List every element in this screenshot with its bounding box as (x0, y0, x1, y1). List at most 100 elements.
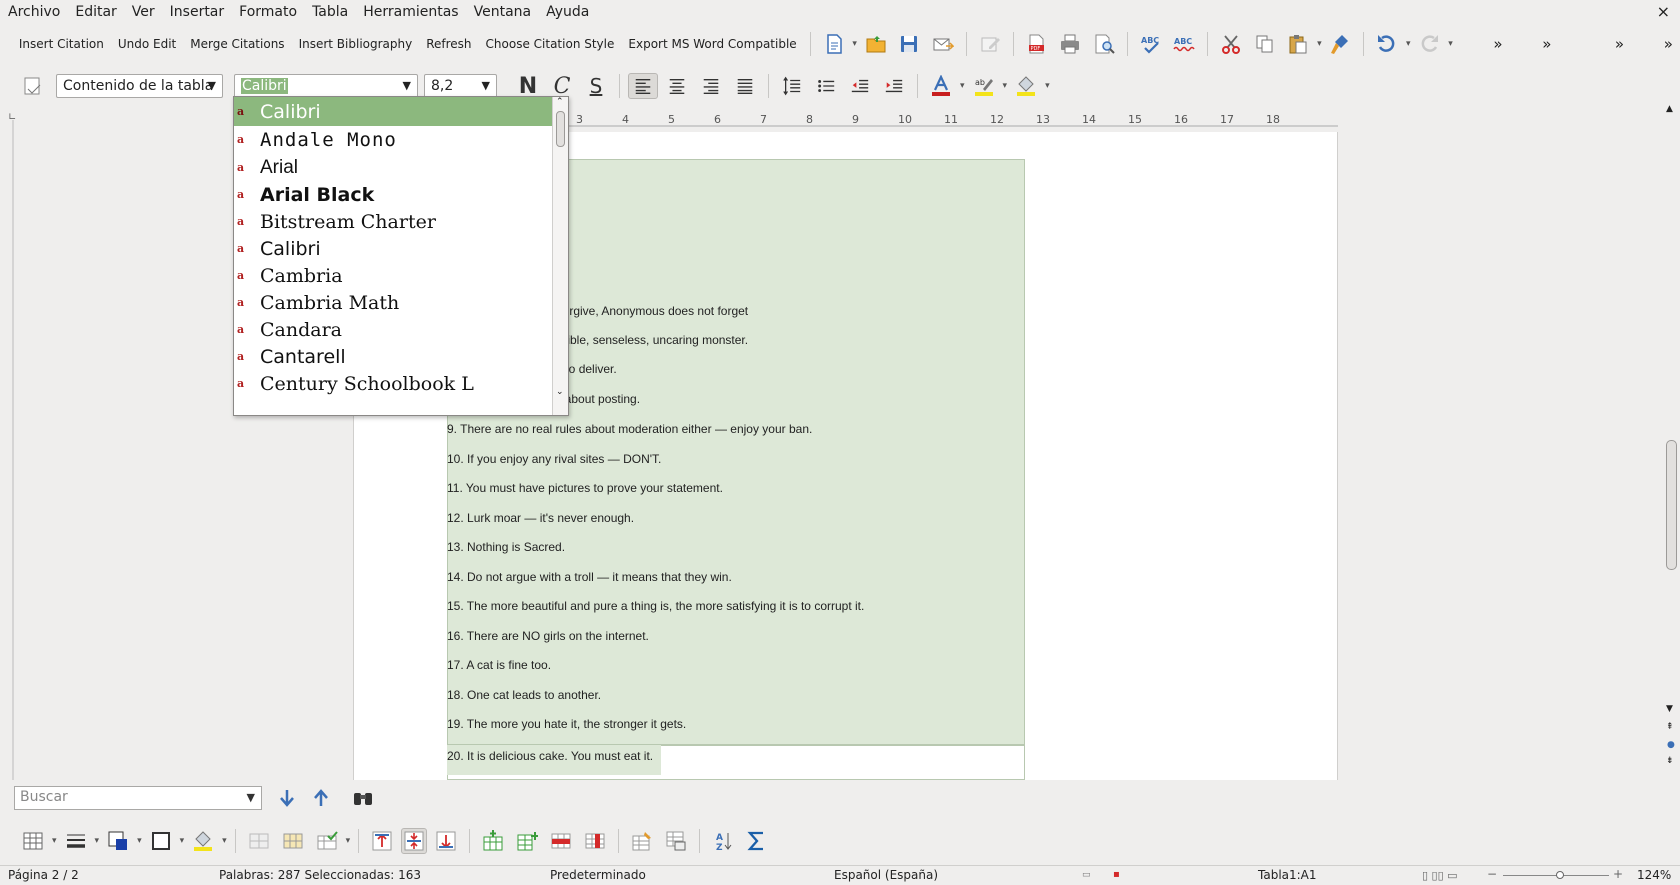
undo-dropdown-icon[interactable]: ▾ (1406, 39, 1411, 49)
border-color-icon[interactable] (105, 828, 131, 854)
align-left-button[interactable] (628, 73, 658, 99)
insert-table-dropdown-icon[interactable]: ▾ (52, 836, 57, 846)
background-color-button[interactable] (1011, 73, 1041, 99)
styles-window-icon[interactable] (20, 73, 46, 99)
print-icon[interactable] (1057, 31, 1083, 57)
font-list-item[interactable]: a Calibri (234, 97, 552, 126)
font-name-dropdown-list[interactable]: a Calibri a Andale Mono a Arial a Arial Black a B… (233, 96, 569, 416)
choose-citation-style-button[interactable]: Choose Citation Style (479, 31, 622, 57)
new-dropdown-icon[interactable]: ▾ (852, 39, 857, 49)
font-color-button[interactable] (926, 73, 956, 99)
merge-cells-icon[interactable] (246, 828, 272, 854)
bullet-list-button[interactable] (811, 73, 841, 99)
menu-tabla[interactable]: Tabla (312, 4, 348, 20)
spellcheck-icon[interactable]: ABC (1138, 31, 1164, 57)
print-preview-icon[interactable] (1091, 31, 1117, 57)
toolbar-overflow-2[interactable]: » (1535, 31, 1558, 57)
align-bottom-icon[interactable] (433, 828, 459, 854)
table-background-icon[interactable] (190, 828, 216, 854)
font-list-item[interactable]: a Bitstream Charter (234, 207, 552, 236)
table-row[interactable]: 15. The more beautiful and pure a thing … (447, 599, 864, 613)
menu-formato[interactable]: Formato (239, 4, 297, 20)
font-list-item[interactable]: a Cambria Math (234, 288, 552, 317)
justify-button[interactable] (730, 73, 760, 99)
table-autoformat-icon[interactable] (629, 828, 655, 854)
scroll-up-icon[interactable]: ▲ (1666, 104, 1673, 114)
navigator-icon[interactable]: ● (1667, 740, 1675, 750)
font-list-item[interactable]: a Andale Mono (234, 125, 552, 154)
underline-button[interactable]: S (581, 73, 611, 99)
align-center-button[interactable] (662, 73, 692, 99)
zoom-out-icon[interactable]: − (1487, 867, 1497, 881)
background-color-dropdown-icon[interactable]: ▾ (1045, 81, 1050, 91)
font-size-combo[interactable]: 8,2 ▼ (424, 74, 497, 98)
sum-icon[interactable] (744, 828, 770, 854)
scroll-down-icon[interactable]: ⌄ (556, 387, 564, 397)
scroll-up-icon[interactable]: ⌃ (556, 97, 564, 107)
toolbar-overflow-3[interactable]: » (1608, 31, 1631, 57)
new-document-icon[interactable] (821, 31, 847, 57)
view-layout-icons[interactable]: ▯ ▯▯ ▭ (1422, 869, 1458, 882)
sort-icon[interactable]: AZ (710, 828, 736, 854)
optimize-table-icon[interactable] (314, 828, 340, 854)
insert-citation-button[interactable]: Insert Citation (12, 31, 111, 57)
font-list-item[interactable]: a Calibri (234, 234, 552, 263)
borders-dropdown-icon[interactable]: ▾ (180, 836, 185, 846)
table-row-partial[interactable]: ot forgive, Anonymous does not forget (546, 304, 748, 318)
redo-icon[interactable] (1417, 31, 1443, 57)
line-spacing-button[interactable] (777, 73, 807, 99)
table-row[interactable]: 16. There are NO girls on the internet. (447, 629, 649, 643)
table-properties-icon[interactable] (663, 828, 689, 854)
line-style-icon[interactable] (63, 828, 89, 854)
merge-citations-button[interactable]: Merge Citations (183, 31, 291, 57)
font-size-input[interactable]: 8,2 (431, 78, 453, 94)
insert-rows-above-icon[interactable] (480, 828, 506, 854)
font-list-item[interactable]: a Arial Black (234, 180, 552, 209)
zoom-level[interactable]: 124% (1637, 868, 1671, 882)
page-style[interactable]: Predeterminado (550, 868, 646, 882)
open-folder-icon[interactable] (863, 31, 889, 57)
highlight-dropdown-icon[interactable]: ▾ (1003, 81, 1008, 91)
toolbar-overflow-1[interactable]: » (1486, 31, 1509, 57)
insert-table-icon[interactable] (20, 828, 46, 854)
scrollbar-thumb[interactable] (1666, 440, 1677, 570)
clone-formatting-icon[interactable] (1328, 31, 1354, 57)
table-row[interactable]: 18. One cat leads to another. (447, 688, 601, 702)
highlight-button[interactable]: ab (969, 73, 999, 99)
toolbar-overflow-4[interactable]: » (1657, 31, 1680, 57)
search-input[interactable]: Buscar ▼ (14, 786, 262, 810)
chevron-down-icon[interactable]: ▼ (403, 79, 411, 92)
paste-icon[interactable] (1285, 31, 1311, 57)
font-color-dropdown-icon[interactable]: ▾ (960, 81, 965, 91)
menu-ventana[interactable]: Ventana (474, 4, 532, 20)
border-color-dropdown-icon[interactable]: ▾ (137, 836, 142, 846)
vertical-ruler[interactable] (5, 120, 21, 780)
table-row[interactable]: 10. If you enjoy any rival sites — DON'T… (447, 452, 661, 466)
cut-icon[interactable] (1218, 31, 1244, 57)
font-list-item[interactable]: a Century Schoolbook L (234, 369, 552, 398)
chevron-down-icon[interactable]: ▼ (482, 79, 490, 92)
menu-ayuda[interactable]: Ayuda (546, 4, 589, 20)
insert-bibliography-button[interactable]: Insert Bibliography (292, 31, 420, 57)
find-replace-icon[interactable] (350, 785, 376, 811)
menu-ver[interactable]: Ver (132, 4, 155, 20)
zoom-in-icon[interactable]: + (1613, 867, 1623, 881)
chevron-down-icon[interactable]: ▼ (247, 791, 255, 804)
font-list-item[interactable]: a Cambria (234, 261, 552, 290)
previous-page-icon[interactable]: ⇞ (1666, 722, 1674, 732)
zoom-slider-handle[interactable] (1556, 871, 1564, 879)
insert-mode-icon[interactable]: ▭ (1082, 870, 1091, 880)
align-top-icon[interactable] (369, 828, 395, 854)
font-list-scroll-thumb[interactable] (556, 111, 565, 147)
language[interactable]: Español (España) (834, 868, 938, 882)
line-style-dropdown-icon[interactable]: ▾ (95, 836, 100, 846)
menu-editar[interactable]: Editar (75, 4, 116, 20)
table-row[interactable]: 14. Do not argue with a troll — it means… (447, 570, 732, 584)
autospellcheck-icon[interactable]: ABC (1171, 31, 1197, 57)
export-ms-word-button[interactable]: Export MS Word Compatible (621, 31, 803, 57)
align-right-button[interactable] (696, 73, 726, 99)
paste-dropdown-icon[interactable]: ▾ (1317, 39, 1322, 49)
copy-icon[interactable] (1252, 31, 1278, 57)
menu-insertar[interactable]: Insertar (170, 4, 225, 20)
decrease-indent-button[interactable] (845, 73, 875, 99)
